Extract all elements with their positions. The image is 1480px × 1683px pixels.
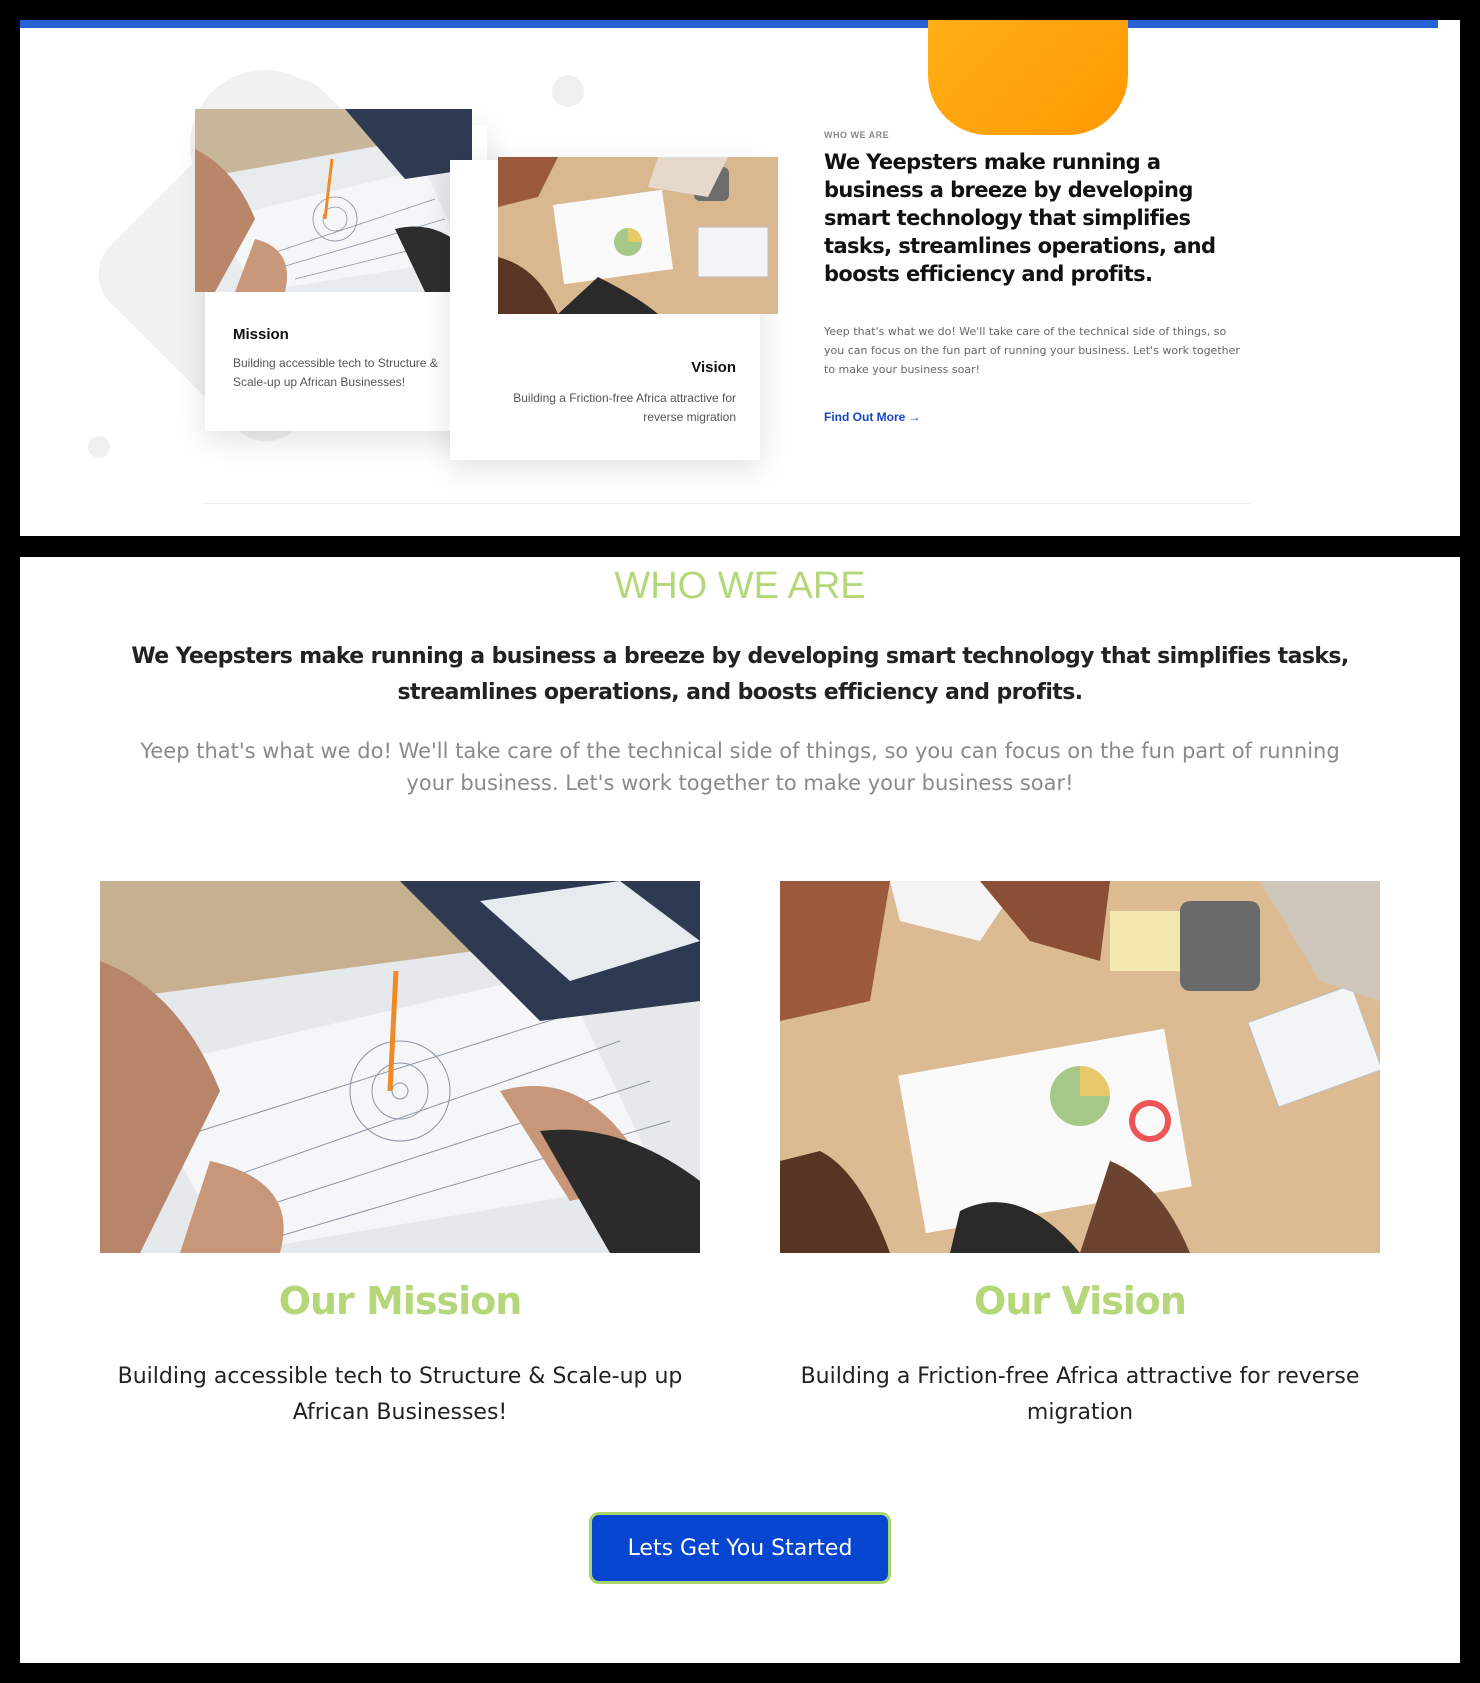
mission-image	[195, 109, 472, 292]
divider	[202, 503, 1250, 504]
vision-image	[780, 881, 1380, 1253]
headline: We Yeepsters make running a business a b…	[131, 644, 1349, 705]
headline: We Yeepsters make running a business a b…	[824, 150, 1216, 286]
get-started-button[interactable]: Lets Get You Started	[589, 1512, 891, 1584]
arrow-right-icon: →	[908, 410, 921, 424]
lede-text: Yeep that's what we do! We'll take care …	[140, 739, 1340, 795]
mission-card-title: Mission	[233, 326, 289, 343]
mission-card: Mission Building accessible tech to Stru…	[195, 109, 487, 431]
vision-title: Our Vision	[974, 1279, 1187, 1323]
vision-card-title: Vision	[691, 359, 736, 376]
vision-card-text: Building a Friction-free Africa attracti…	[513, 391, 736, 424]
find-out-more-label: Find Out More	[824, 410, 906, 424]
background-dot	[552, 75, 584, 107]
lede-text: Yeep that's what we do! We'll take care …	[824, 325, 1240, 376]
bottom-section: WHO WE ARE We Yeepsters make running a b…	[20, 557, 1460, 1663]
find-out-more-link[interactable]: Find Out More →	[824, 410, 921, 424]
vision-image	[498, 157, 778, 314]
vision-card: Vision Building a Friction-free Africa a…	[450, 157, 778, 460]
vision-text: Building a Friction-free Africa attracti…	[800, 1364, 1360, 1425]
mission-image	[100, 881, 700, 1253]
eyebrow-label: WHO WE ARE	[824, 130, 890, 140]
top-accent-bar	[20, 20, 1438, 28]
background-dot	[88, 436, 110, 458]
section-title: WHO WE ARE	[614, 565, 866, 607]
orange-decor-shape	[928, 20, 1128, 135]
mission-text: Building accessible tech to Structure & …	[117, 1364, 683, 1425]
top-section: Mission Building accessible tech to Stru…	[20, 20, 1460, 536]
mission-title: Our Mission	[278, 1279, 523, 1323]
mission-card-text: Building accessible tech to Structure & …	[233, 356, 438, 389]
